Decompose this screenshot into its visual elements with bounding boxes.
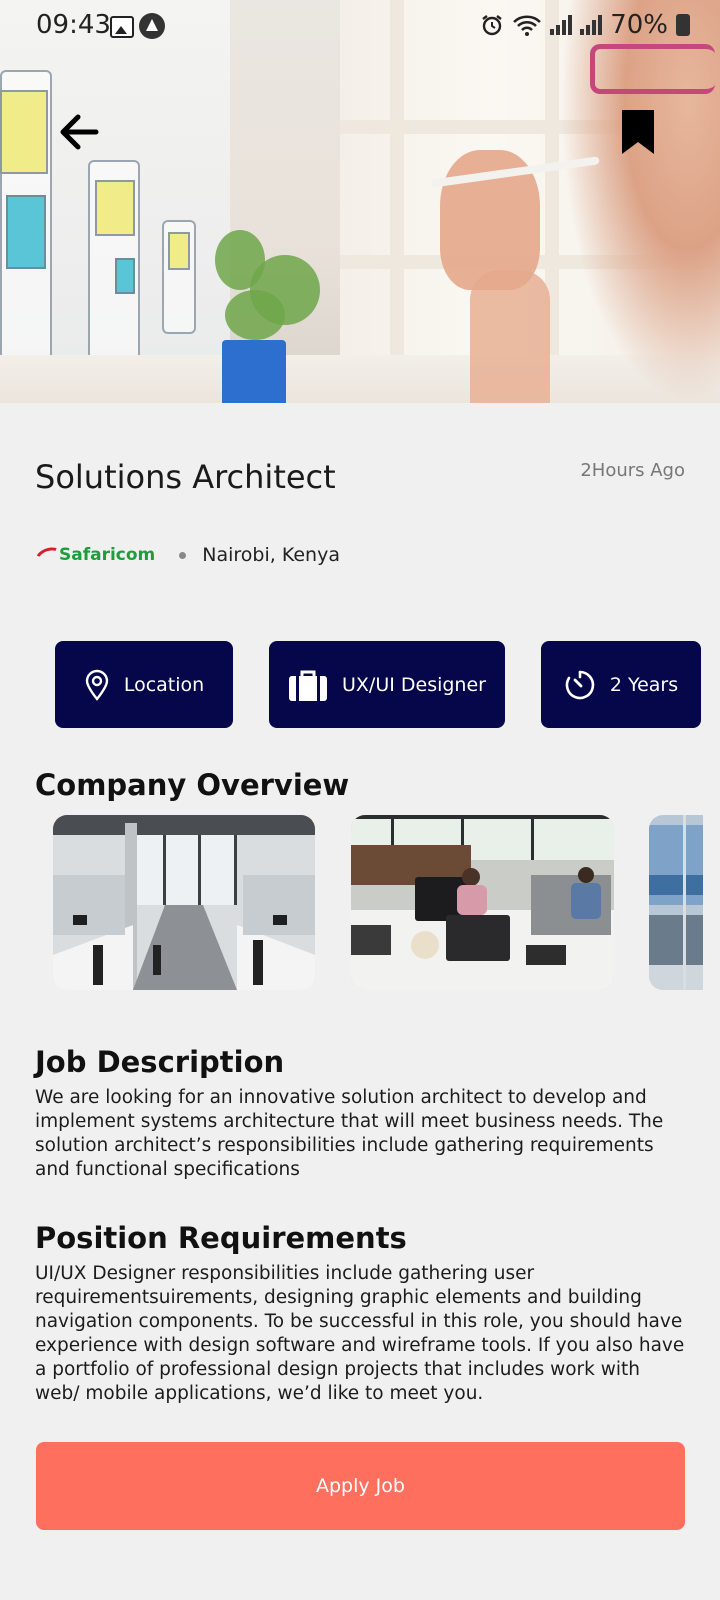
position-requirements-text: UI/UX Designer responsibilities include …	[35, 1263, 685, 1404]
briefcase-icon	[289, 670, 327, 701]
company-photo[interactable]	[53, 815, 315, 990]
status-time: 09:43	[36, 10, 111, 40]
chip-label: Location	[123, 673, 205, 696]
company-row: Safaricom Nairobi, Kenya	[32, 538, 340, 573]
app-notification-icon	[139, 13, 165, 39]
job-title: Solutions Architect	[35, 458, 336, 496]
hero-plant	[225, 290, 285, 340]
office-photo-1	[53, 815, 315, 990]
office-photo-3	[649, 815, 703, 990]
position-requirements-title: Position Requirements	[35, 1221, 407, 1255]
battery-percent: 70%	[610, 10, 668, 40]
company-logo-text: Safaricom	[59, 545, 156, 565]
apply-job-button[interactable]: Apply Job	[36, 1442, 685, 1530]
office-photo-2	[351, 815, 614, 990]
map-pin-icon	[85, 669, 109, 701]
battery-icon	[676, 14, 690, 36]
posted-time: 2Hours Ago	[580, 460, 685, 481]
job-description-title: Job Description	[35, 1045, 285, 1079]
bookmark-button[interactable]	[614, 106, 664, 160]
arrow-left-icon	[60, 114, 99, 150]
job-description-text: We are looking for an innovative solutio…	[35, 1087, 664, 1180]
wifi-icon	[513, 15, 542, 36]
hero-sketch-block	[115, 258, 135, 294]
chip-label: UX/UI Designer	[342, 673, 486, 696]
timer-icon	[565, 670, 595, 699]
chip-experience[interactable]: 2 Years	[541, 641, 701, 728]
hero-plant-pot	[222, 340, 286, 403]
hero-sticky-note	[95, 180, 135, 236]
hero-sketch-block	[6, 195, 46, 269]
status-bar: 09:43 70%	[0, 0, 720, 52]
hero-sticky-note	[0, 90, 48, 174]
company-logo: Safaricom	[32, 542, 156, 573]
alarm-icon	[482, 15, 502, 36]
signal-icon	[550, 15, 573, 35]
hero-sticky-note	[168, 232, 190, 270]
back-button[interactable]	[52, 104, 108, 160]
hero-image	[0, 0, 720, 403]
job-location: Nairobi, Kenya	[202, 544, 340, 566]
company-overview-title: Company Overview	[35, 768, 350, 802]
bookmark-icon	[622, 110, 654, 154]
separator-dot	[179, 551, 187, 559]
signal-icon	[580, 15, 603, 35]
chip-role[interactable]: UX/UI Designer	[269, 641, 505, 728]
hero-window-frame	[390, 0, 404, 403]
chip-location[interactable]: Location	[55, 641, 233, 728]
chip-label: 2 Years	[609, 673, 679, 696]
company-photo[interactable]	[649, 815, 703, 990]
status-right: 70%	[480, 10, 690, 40]
company-photo[interactable]	[351, 815, 614, 990]
gallery-notification-icon	[110, 16, 134, 38]
